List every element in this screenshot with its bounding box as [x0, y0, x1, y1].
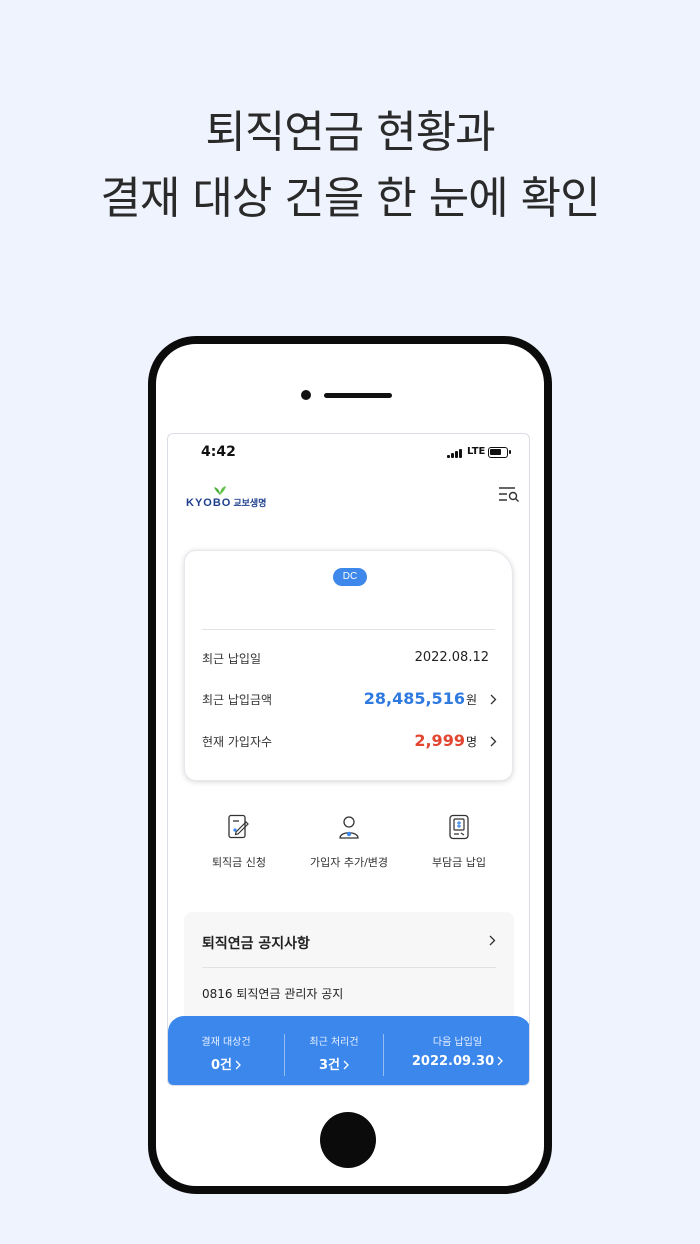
chevron-right-icon[interactable]: [489, 935, 496, 946]
quick-label: 가입자 추가/변경: [309, 856, 389, 869]
home-button[interactable]: [320, 1112, 376, 1168]
pension-summary-card: DC 최근 납입일 2022.08.12 최근 납입금액 28,485,516원…: [184, 550, 513, 781]
bottom-label: 최근 처리건: [309, 1037, 359, 1048]
bottom-label: 다음 납입일: [432, 1037, 483, 1048]
logo-text-kr: 교보생명: [233, 498, 267, 508]
status-bar: 4:42 LTE: [168, 434, 529, 472]
quick-retirement-claim[interactable]: 퇴직금 신청: [184, 814, 294, 884]
row-label: 최근 납입금액: [202, 693, 273, 707]
notice-divider: [202, 967, 496, 968]
headline-line-2: 결재 대상 건을 한 눈에 확인: [100, 173, 600, 224]
next-payment-date[interactable]: 다음 납입일 2022.09.30: [384, 1016, 529, 1085]
row-member-count[interactable]: 현재 가입자수 2,999명: [202, 731, 497, 751]
payment-amount: 28,485,516: [363, 689, 465, 708]
bottom-value: 2022.09.30: [411, 1054, 495, 1069]
row-label: 현재 가입자수: [202, 735, 273, 749]
logo-leaf-icon: [214, 486, 226, 495]
status-time: 4:42: [201, 444, 236, 460]
kyobo-logo[interactable]: KYOBO 교보생명: [186, 484, 306, 512]
quick-member-edit[interactable]: 가입자 추가/변경: [294, 814, 404, 884]
menu-search-icon[interactable]: [498, 486, 520, 504]
quick-label: 퇴직금 신청: [211, 856, 267, 869]
bottom-value: 0건: [210, 1058, 232, 1073]
notice-title[interactable]: 퇴직연금 공지사항: [202, 933, 310, 953]
recent-processed[interactable]: 최근 처리건 3건: [285, 1016, 383, 1085]
pending-approvals[interactable]: 결재 대상건 0건: [168, 1016, 284, 1085]
chevron-right-icon: [235, 1060, 241, 1070]
quick-contribution-payment[interactable]: 부담금 납입: [404, 814, 514, 884]
chevron-right-icon: [343, 1060, 349, 1070]
network-label: LTE: [467, 446, 486, 457]
document-edit-icon: [228, 814, 249, 839]
approval-summary-bar: 결재 대상건 0건 최근 처리건 3건 다음 납입일 2022.09.30: [168, 1016, 529, 1085]
phone-frame: 4:42 LTE KYOBO 교보생명 DC 최근 납입일 2022.08.12…: [148, 336, 552, 1194]
chevron-right-icon: [490, 694, 497, 705]
battery-icon: [488, 447, 511, 458]
count-unit: 명: [465, 735, 477, 749]
plan-type-badge: DC: [333, 568, 367, 586]
payment-icon: [449, 814, 469, 840]
quick-menu: 퇴직금 신청 가입자 추가/변경 부담금 납입: [184, 814, 514, 884]
signal-icon: [447, 448, 463, 458]
amount-unit: 원: [465, 693, 477, 707]
headline: 퇴직연금 현황과 결재 대상 건을 한 눈에 확인: [0, 100, 700, 232]
row-value: 2022.08.12: [414, 650, 489, 665]
row-last-payment-amount[interactable]: 최근 납입금액 28,485,516원: [202, 689, 497, 709]
app-screen: 4:42 LTE KYOBO 교보생명 DC 최근 납입일 2022.08.12…: [167, 433, 530, 1086]
quick-label: 부담금 납입: [431, 856, 487, 869]
chevron-right-icon: [490, 736, 497, 747]
bottom-value: 3건: [318, 1058, 340, 1073]
row-label: 최근 납입일: [202, 652, 262, 666]
logo-text-en: KYOBO: [186, 497, 232, 509]
user-add-icon: [339, 816, 359, 839]
card-divider: [202, 629, 495, 630]
earpiece-speaker: [324, 393, 392, 398]
chevron-right-icon: [497, 1056, 504, 1066]
member-count: 2,999: [414, 731, 465, 750]
notice-item[interactable]: 0816 퇴직연금 관리자 공지: [202, 985, 343, 1002]
headline-line-1: 퇴직연금 현황과: [205, 107, 495, 158]
front-camera: [301, 390, 311, 400]
row-last-payment-date: 최근 납입일 2022.08.12: [202, 648, 497, 668]
bottom-label: 결재 대상건: [201, 1037, 251, 1048]
